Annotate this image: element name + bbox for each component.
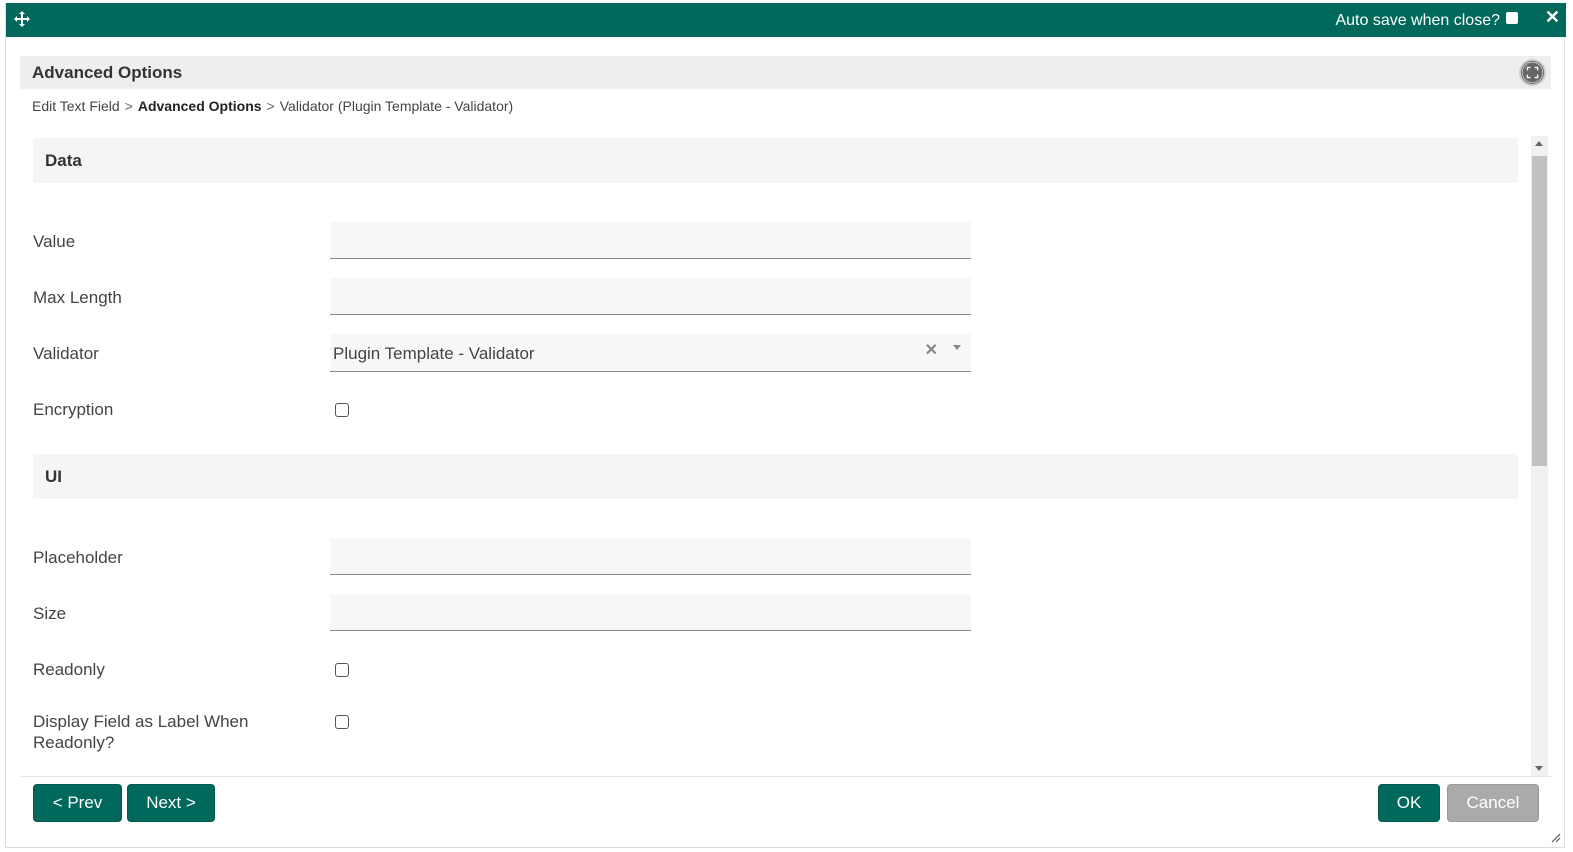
cancel-button[interactable]: Cancel — [1447, 784, 1539, 822]
fullscreen-icon[interactable] — [1519, 59, 1546, 86]
value-input[interactable] — [330, 222, 971, 259]
display-label-line-1: Display Field as Label When — [33, 712, 249, 731]
validator-selected-value: Plugin Template - Validator — [333, 344, 535, 363]
breadcrumb-separator: > — [124, 98, 133, 114]
readonly-label: Readonly — [33, 660, 105, 679]
breadcrumb-item-validator[interactable]: Validator (Plugin Template - Validator) — [280, 98, 513, 114]
scrollbar-thumb[interactable] — [1532, 156, 1547, 466]
display-label-when-readonly-label: Display Field as Label When Readonly? — [33, 711, 248, 753]
size-label: Size — [33, 604, 67, 623]
chevron-down-icon[interactable] — [953, 345, 961, 350]
title-bar[interactable]: Auto save when close? ✕ — [6, 3, 1566, 37]
display-label-line-2: Readonly? — [33, 733, 115, 752]
display-label-when-readonly-checkbox[interactable] — [335, 715, 349, 729]
breadcrumb-separator: > — [266, 98, 275, 114]
page-title: Advanced Options — [32, 63, 183, 82]
breadcrumb: Edit Text Field > Advanced Options > Validat… — [32, 98, 513, 114]
size-input[interactable] — [330, 594, 971, 631]
next-button[interactable]: Next > — [127, 784, 215, 822]
max-length-label: Max Length — [33, 288, 122, 307]
readonly-checkbox[interactable] — [335, 663, 349, 677]
prev-button[interactable]: < Prev — [33, 784, 122, 822]
max-length-input[interactable] — [330, 278, 971, 315]
encryption-checkbox[interactable] — [335, 403, 349, 417]
section-header-data: Data — [33, 138, 1518, 183]
encryption-label: Encryption — [33, 400, 114, 419]
autosave-checkbox[interactable] — [1506, 12, 1518, 24]
scroll-down-arrow-icon[interactable] — [1535, 766, 1543, 771]
dialog-window: Auto save when close? ✕ Advanced Options… — [5, 3, 1566, 848]
header-bar: Advanced Options — [20, 56, 1551, 89]
resize-grip-icon[interactable] — [1551, 833, 1561, 843]
vertical-scrollbar[interactable] — [1531, 136, 1548, 776]
section-header-ui: UI — [33, 454, 1518, 499]
close-icon[interactable]: ✕ — [1545, 7, 1560, 27]
validator-select[interactable]: Plugin Template - Validator ✕ — [330, 334, 971, 372]
autosave-label: Auto save when close? — [1335, 12, 1500, 29]
form-scroll-area: Data Value Max Length Validator Plugin T… — [20, 133, 1551, 773]
footer-divider — [20, 776, 1551, 777]
value-label: Value — [33, 232, 76, 251]
placeholder-label: Placeholder — [33, 548, 123, 567]
scroll-up-arrow-icon[interactable] — [1535, 141, 1543, 146]
clear-selection-icon[interactable]: ✕ — [925, 340, 938, 360]
breadcrumb-item-advanced-options[interactable]: Advanced Options — [138, 98, 262, 114]
autosave-toggle[interactable]: Auto save when close? — [1335, 12, 1518, 30]
validator-label: Validator — [33, 344, 99, 363]
breadcrumb-item-edit-text-field[interactable]: Edit Text Field — [32, 98, 120, 114]
move-icon[interactable] — [13, 10, 31, 28]
placeholder-input[interactable] — [330, 538, 971, 575]
ok-button[interactable]: OK — [1378, 784, 1440, 822]
